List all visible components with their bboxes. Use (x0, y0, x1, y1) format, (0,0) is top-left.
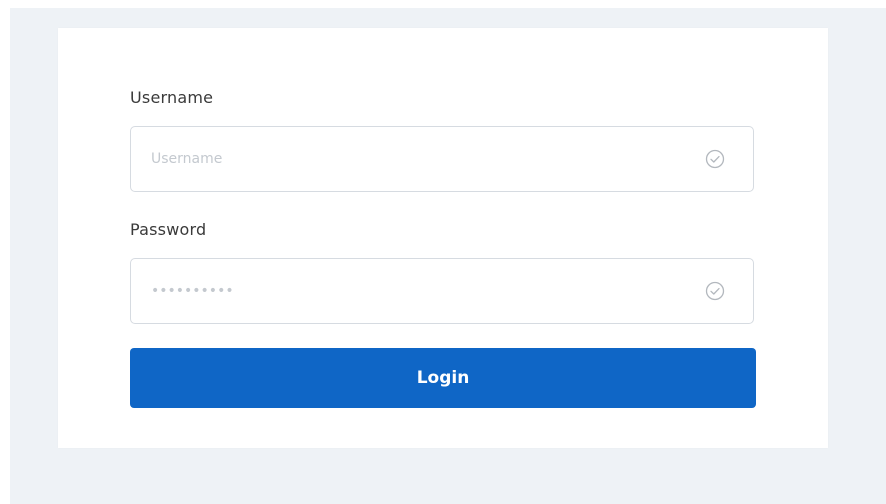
check-circle-icon (705, 149, 725, 169)
username-input[interactable] (151, 127, 671, 191)
check-circle-icon (705, 281, 725, 301)
username-field[interactable] (130, 126, 754, 192)
password-label: Password (130, 220, 207, 239)
password-input[interactable] (151, 259, 671, 323)
username-label: Username (130, 88, 214, 107)
login-button[interactable]: Login (130, 348, 756, 408)
password-field[interactable] (130, 258, 754, 324)
login-card: Username Password Login (58, 28, 828, 448)
